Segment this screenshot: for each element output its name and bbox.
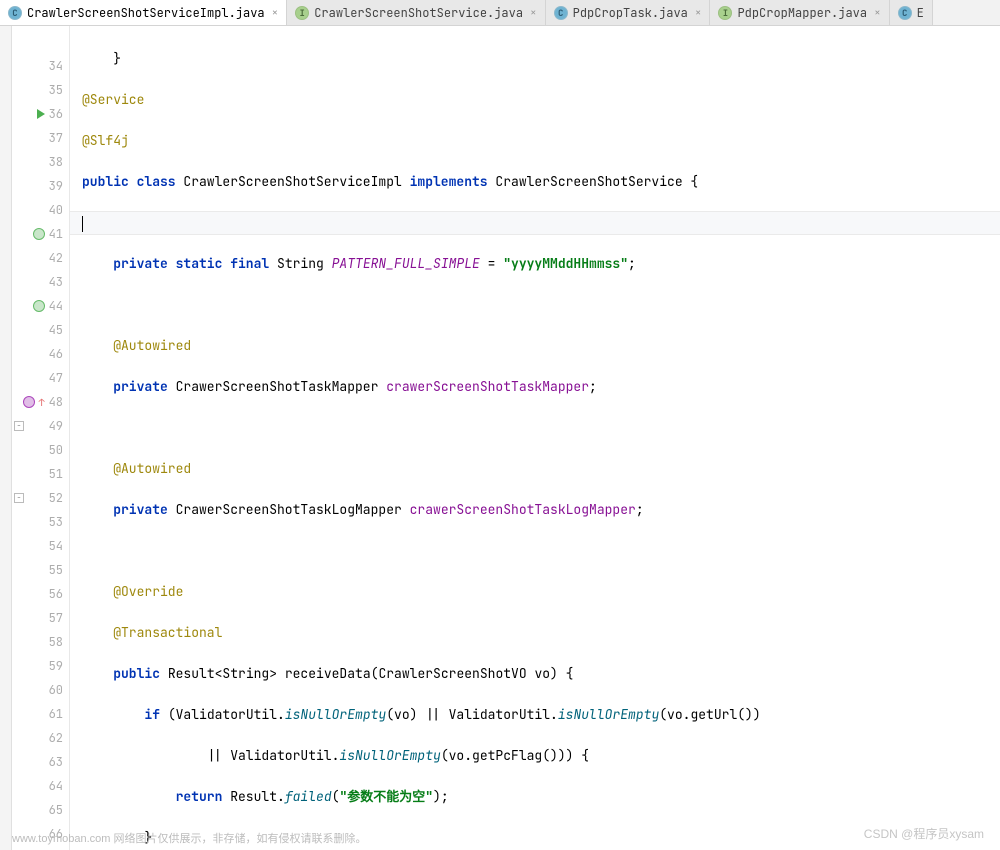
line-number[interactable]: 36 [12,102,69,126]
code-line[interactable]: @Override [70,580,1000,604]
line-number[interactable]: 39 [12,174,69,198]
interface-icon: I [718,6,732,20]
close-icon[interactable]: × [530,6,537,20]
tab-label: CrawlerScreenShotService.java [314,5,523,21]
code-line[interactable]: private CrawerScreenShotTaskLogMapper cr… [70,498,1000,522]
line-number[interactable]: 44 [12,294,69,318]
line-number[interactable]: 65 [12,798,69,822]
interface-icon: I [295,6,309,20]
line-number[interactable]: 56 [12,582,69,606]
line-number[interactable]: 62 [12,726,69,750]
watermark-source: www.toymoban.com 网络图片仅供展示，非存储，如有侵权请联系删除。 [12,830,366,846]
line-number[interactable]: 51 [12,462,69,486]
class-icon: C [554,6,568,20]
line-number[interactable]: 60 [12,678,69,702]
gutter[interactable]: 34 35 36 37 38 39 40 41 42 43 44 45 46 4… [12,26,70,850]
up-arrow-icon: ↑ [39,396,45,409]
code-line[interactable]: private static final String PATTERN_FULL… [70,252,1000,276]
tab-file-1[interactable]: C CrawlerScreenShotServiceImpl.java × [0,0,287,25]
line-number[interactable]: 41 [12,222,69,246]
line-number[interactable]: 34 [12,54,69,78]
code-line[interactable]: private CrawerScreenShotTaskMapper crawe… [70,375,1000,399]
tab-file-3[interactable]: C PdpCropTask.java × [546,0,711,25]
code-line-current[interactable] [70,211,1000,235]
override-icon[interactable] [23,396,35,408]
tab-label: PdpCropTask.java [573,5,688,21]
code-line[interactable]: public class CrawlerScreenShotServiceImp… [70,170,1000,194]
code-line[interactable]: public Result<String> receiveData(Crawle… [70,662,1000,686]
code-line[interactable]: @Autowired [70,457,1000,481]
code-line[interactable]: return Result.failed("参数不能为空"); [70,785,1000,809]
line-number[interactable]: 57 [12,606,69,630]
tab-file-2[interactable]: I CrawlerScreenShotService.java × [287,0,545,25]
line-number[interactable]: 43 [12,270,69,294]
class-icon: C [898,6,912,20]
line-number[interactable]: 35 [12,78,69,102]
line-number[interactable]: −52 [12,486,69,510]
line-number[interactable]: 55 [12,558,69,582]
close-icon[interactable]: × [272,6,279,20]
line-number[interactable]: 53 [12,510,69,534]
line-number[interactable]: 45 [12,318,69,342]
tab-label: E [917,5,924,21]
watermark-author: CSDN @程序员xysam [864,825,984,842]
editor-tabs: C CrawlerScreenShotServiceImpl.java × I … [0,0,1000,26]
run-icon[interactable] [37,109,45,119]
fold-icon[interactable]: − [14,421,24,431]
line-number[interactable]: 61 [12,702,69,726]
line-number[interactable]: 38 [12,150,69,174]
line-number[interactable]: 42 [12,246,69,270]
code-line[interactable]: @Slf4j [70,129,1000,153]
code-line[interactable] [70,293,1000,317]
line-number[interactable]: −49 [12,414,69,438]
tab-file-4[interactable]: I PdpCropMapper.java × [710,0,889,25]
code-line[interactable]: } [70,47,1000,71]
line-number[interactable]: 58 [12,630,69,654]
code-line[interactable] [70,416,1000,440]
implements-icon[interactable] [33,300,45,312]
line-number[interactable]: 47 [12,366,69,390]
line-number[interactable]: 59 [12,654,69,678]
text-caret [82,216,83,232]
code-area[interactable]: } @Service @Slf4j public class CrawlerSc… [70,26,1000,850]
code-line[interactable]: if (ValidatorUtil.isNullOrEmpty(vo) || V… [70,703,1000,727]
code-line[interactable]: @Service [70,88,1000,112]
code-line[interactable]: @Transactional [70,621,1000,645]
code-line[interactable] [70,539,1000,563]
code-line[interactable]: || ValidatorUtil.isNullOrEmpty(vo.getPcF… [70,744,1000,768]
tab-file-5[interactable]: C E [890,0,933,25]
line-number[interactable]: 37 [12,126,69,150]
line-number[interactable]: 63 [12,750,69,774]
code-line[interactable]: @Autowired [70,334,1000,358]
line-number[interactable]: 40 [12,198,69,222]
close-icon[interactable]: × [695,6,702,20]
line-number[interactable]: 54 [12,534,69,558]
close-icon[interactable]: × [874,6,881,20]
line-number[interactable] [12,30,69,54]
implements-icon[interactable] [33,228,45,240]
line-number[interactable]: 50 [12,438,69,462]
class-icon: C [8,6,22,20]
editor: 34 35 36 37 38 39 40 41 42 43 44 45 46 4… [0,26,1000,850]
line-number[interactable]: ↑48 [12,390,69,414]
tab-label: PdpCropMapper.java [737,5,867,21]
line-number[interactable]: 46 [12,342,69,366]
fold-icon[interactable]: − [14,493,24,503]
line-number[interactable]: 64 [12,774,69,798]
left-margin [0,26,12,850]
tab-label: CrawlerScreenShotServiceImpl.java [27,5,265,21]
